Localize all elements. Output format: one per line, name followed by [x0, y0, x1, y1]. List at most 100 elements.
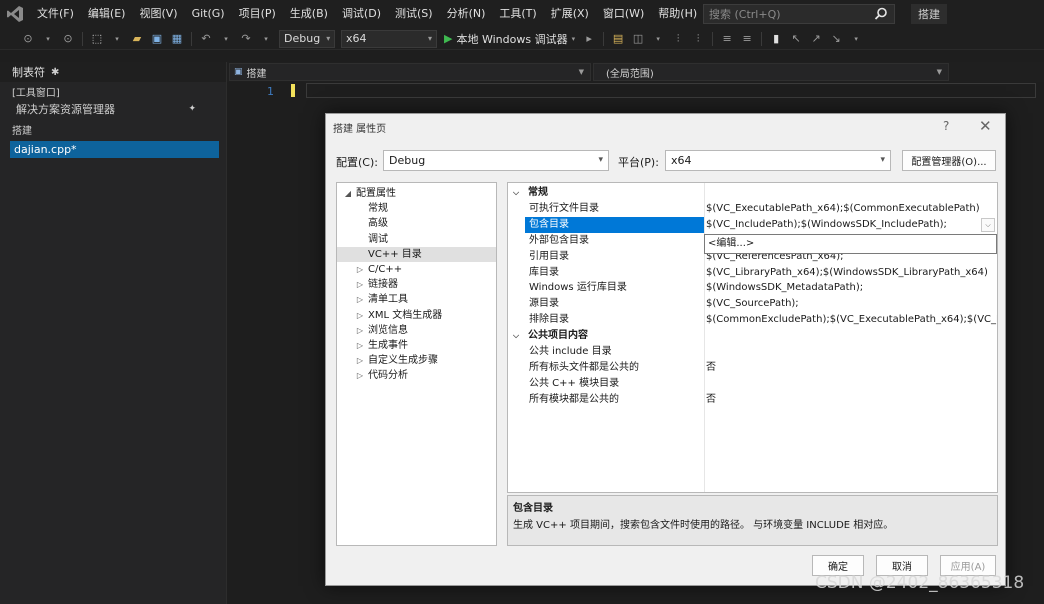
search-icon[interactable]: [874, 7, 888, 21]
gear-icon[interactable]: ✱: [51, 67, 59, 78]
dropdown-icon[interactable]: ▾: [258, 31, 274, 47]
tree-item[interactable]: 高级: [337, 216, 496, 231]
expander-icon[interactable]: ▷: [355, 262, 365, 277]
configuration-combo[interactable]: Debug ▾: [279, 29, 335, 48]
tree-item[interactable]: ▷ 生成事件: [337, 338, 496, 353]
bookmark-icon[interactable]: ▮: [768, 31, 784, 47]
pin-icon[interactable]: ✦: [188, 101, 196, 118]
project-combo[interactable]: ▣ 搭建 ▼: [229, 63, 591, 81]
expander-icon[interactable]: ▷: [355, 292, 365, 307]
forward-icon[interactable]: ⊙: [60, 31, 76, 47]
open-file-item[interactable]: dajian.cpp*: [10, 141, 219, 158]
menu-item[interactable]: 测试(S): [388, 0, 440, 28]
property-name[interactable]: 外部包含目录: [528, 233, 704, 249]
grid-property-row[interactable]: 所有模块都是公共的否: [508, 392, 997, 408]
tree-item[interactable]: ▷ 链接器: [337, 277, 496, 292]
new-project-icon[interactable]: ⬚: [89, 31, 105, 47]
open-folder-icon[interactable]: ▰: [129, 31, 145, 47]
tree-item[interactable]: ▷ 代码分析: [337, 368, 496, 383]
property-name[interactable]: 公共 include 目录: [528, 344, 704, 360]
property-value[interactable]: $(VC_SourcePath);: [706, 296, 997, 312]
grid-property-row[interactable]: Windows 运行库目录 $(WindowsSDK_MetadataPath);: [508, 280, 997, 296]
close-icon[interactable]: ✕: [979, 117, 992, 135]
property-value[interactable]: $(VC_IncludePath);$(WindowsSDK_IncludePa…: [706, 217, 997, 233]
expander-icon[interactable]: ▷: [355, 277, 365, 292]
property-value[interactable]: [706, 344, 997, 360]
property-value[interactable]: $(WindowsSDK_MetadataPath);: [706, 280, 997, 296]
help-button[interactable]: ?: [943, 119, 949, 133]
start-debugging-button[interactable]: ▶ 本地 Windows 调试器 ▾: [444, 31, 575, 47]
grid-property-row[interactable]: 公共 C++ 模块目录: [508, 376, 997, 392]
search-input[interactable]: 搜索 (Ctrl+Q): [703, 4, 895, 24]
tree-item[interactable]: ▷ C/C++: [337, 262, 496, 277]
menu-item[interactable]: 调试(D): [335, 0, 388, 28]
visual-studio-logo-icon[interactable]: [0, 0, 30, 28]
grid-property-row[interactable]: 源目录 $(VC_SourcePath);: [508, 296, 997, 312]
property-value[interactable]: 否: [706, 360, 997, 376]
solution-explorer-icon[interactable]: ▤: [610, 31, 626, 47]
property-name[interactable]: 引用目录: [528, 249, 704, 265]
property-name[interactable]: 所有标头文件都是公共的: [528, 360, 704, 376]
property-name[interactable]: 所有模块都是公共的: [528, 392, 704, 408]
menu-item[interactable]: 窗口(W): [596, 0, 651, 28]
overflow-icon[interactable]: ▾: [848, 31, 864, 47]
tree-item[interactable]: ▷ 浏览信息: [337, 323, 496, 338]
edit-option[interactable]: <编辑...>: [704, 234, 997, 254]
menu-item[interactable]: 生成(B): [283, 0, 335, 28]
tree-item[interactable]: ▷ 自定义生成步骤: [337, 353, 496, 368]
prev-bookmark-icon[interactable]: ↖: [788, 31, 804, 47]
menu-item[interactable]: 工具(T): [492, 0, 543, 28]
expander-icon[interactable]: ◢: [343, 186, 353, 201]
undo-icon[interactable]: ↶: [198, 31, 214, 47]
tree-item[interactable]: VC++ 目录: [337, 246, 496, 262]
menu-item[interactable]: Git(G): [185, 0, 232, 28]
save-all-icon[interactable]: ▦: [169, 31, 185, 47]
value-dropdown-button[interactable]: ⌵: [981, 217, 995, 232]
next-bookmark-icon[interactable]: ↗: [808, 31, 824, 47]
menu-item[interactable]: 文件(F): [30, 0, 81, 28]
tree-item[interactable]: ▷ 清单工具: [337, 292, 496, 307]
menu-item[interactable]: 项目(P): [232, 0, 283, 28]
run-without-debug-icon[interactable]: ▸: [581, 31, 597, 47]
collapse-icon[interactable]: ⌵: [508, 328, 524, 344]
grid-category[interactable]: ⌵ 常规: [508, 185, 997, 201]
indent-icon[interactable]: ≡: [719, 31, 735, 47]
grid-property-row[interactable]: 所有标头文件都是公共的否: [508, 360, 997, 376]
scope-combo[interactable]: (全局范围) ▼: [593, 63, 949, 81]
property-name[interactable]: 包含目录: [525, 216, 704, 233]
platform-select[interactable]: x64 ▾: [665, 150, 891, 171]
property-name[interactable]: 库目录: [528, 265, 704, 281]
solution-name-tab[interactable]: 搭建: [911, 4, 947, 24]
grid-category[interactable]: ⌵ 公共项目内容: [508, 328, 997, 344]
dropdown-icon[interactable]: ▾: [650, 31, 666, 47]
property-value[interactable]: $(VC_ExecutablePath_x64);$(CommonExecuta…: [706, 201, 997, 217]
redo-icon[interactable]: ↷: [238, 31, 254, 47]
comment-icon[interactable]: ⫶: [670, 31, 686, 47]
expander-icon[interactable]: ▷: [355, 323, 365, 338]
menu-item[interactable]: 编辑(E): [81, 0, 133, 28]
screenshot-icon[interactable]: ◫: [630, 31, 646, 47]
save-icon[interactable]: ▣: [149, 31, 165, 47]
property-name[interactable]: 源目录: [528, 296, 704, 312]
platform-combo[interactable]: x64 ▾: [341, 29, 437, 48]
tree-item[interactable]: 调试: [337, 232, 496, 247]
expander-icon[interactable]: ▷: [355, 368, 365, 383]
property-value[interactable]: 否: [706, 392, 997, 408]
property-name[interactable]: 排除目录: [528, 312, 704, 328]
outdent-icon[interactable]: ≡: [739, 31, 755, 47]
expander-icon[interactable]: ▷: [355, 338, 365, 353]
tree-item[interactable]: 常规: [337, 201, 496, 216]
tree-item[interactable]: ▷ XML 文档生成器: [337, 308, 496, 323]
clear-bookmarks-icon[interactable]: ↘: [828, 31, 844, 47]
property-name[interactable]: 公共 C++ 模块目录: [528, 376, 704, 392]
property-name[interactable]: Windows 运行库目录: [528, 280, 704, 296]
grid-property-row[interactable]: 包含目录 $(VC_IncludePath);$(WindowsSDK_Inclu…: [508, 216, 997, 233]
dropdown-icon[interactable]: ▾: [218, 31, 234, 47]
grid-property-row[interactable]: 公共 include 目录: [508, 344, 997, 360]
uncomment-icon[interactable]: ⫶: [690, 31, 706, 47]
dropdown-icon[interactable]: ▾: [109, 31, 125, 47]
panel-title[interactable]: 制表符: [12, 64, 45, 80]
menu-item[interactable]: 分析(N): [440, 0, 493, 28]
configuration-select[interactable]: Debug ▾: [383, 150, 609, 171]
grid-property-row[interactable]: 可执行文件目录 $(VC_ExecutablePath_x64);$(Common…: [508, 201, 997, 217]
